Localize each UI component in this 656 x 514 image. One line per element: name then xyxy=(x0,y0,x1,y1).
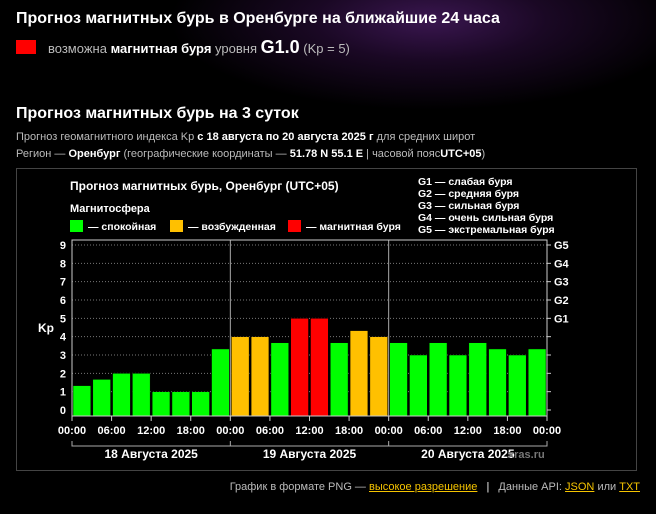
kp-bar xyxy=(429,342,448,417)
y-tick-label: 4 xyxy=(60,332,67,344)
kp-bar xyxy=(290,318,309,417)
legend-title: Магнитосфера xyxy=(70,203,151,215)
g-legend-item: G4 — очень сильная буря xyxy=(418,212,553,224)
x-tick-label: 06:00 xyxy=(414,425,442,437)
y-tick-label: 9 xyxy=(60,240,66,252)
kp-bar xyxy=(527,348,547,417)
y-tick-label: 0 xyxy=(60,405,66,417)
g-level-label: G5 xyxy=(554,240,569,252)
g-legend-item: G2 — средняя буря xyxy=(418,188,519,200)
legend-swatch xyxy=(70,220,83,232)
txt-link[interactable]: TXT xyxy=(619,481,640,493)
separator: | xyxy=(486,481,490,493)
kp-bar xyxy=(448,354,468,417)
g-legend-item: G5 — экстремальная буря xyxy=(418,224,555,236)
y-tick-label: 3 xyxy=(60,350,66,362)
kp-bar xyxy=(231,336,250,417)
kp-bar xyxy=(508,354,527,417)
footer: График в формате PNG — высокое разрешени… xyxy=(230,481,640,493)
kp-bar xyxy=(488,348,507,417)
x-tick-label: 18:00 xyxy=(493,425,521,437)
kp-bar xyxy=(171,391,190,417)
g-legend-item: G1 — слабая буря xyxy=(418,176,513,188)
legend-label: — возбужденная xyxy=(188,221,276,233)
g-level-label: G3 xyxy=(554,277,569,289)
x-tick-label: 06:00 xyxy=(256,425,284,437)
g-level-label: G4 xyxy=(554,258,570,270)
kp-bar xyxy=(211,348,230,417)
day-label: 20 Августа 2025 xyxy=(421,447,515,461)
kp-bar xyxy=(72,385,92,417)
high-resolution-link[interactable]: высокое разрешение xyxy=(369,481,477,493)
kp-bar xyxy=(468,342,487,417)
x-tick-label: 06:00 xyxy=(98,425,126,437)
x-tick-label: 12:00 xyxy=(137,425,165,437)
or-text: или xyxy=(597,481,617,493)
day-label: 19 Августа 2025 xyxy=(263,447,357,461)
y-tick-label: 1 xyxy=(60,387,66,399)
x-tick-label: 00:00 xyxy=(533,425,561,437)
api-text: Данные API: xyxy=(498,481,562,493)
kp-bar xyxy=(349,330,369,417)
g-legend-item: G3 — сильная буря xyxy=(418,200,519,212)
kp-bar xyxy=(270,342,289,417)
g-level-label: G2 xyxy=(554,295,569,307)
kp-forecast-chart: Прогноз магнитных бурь, Оренбург (UTC+05… xyxy=(16,168,637,471)
x-tick-label: 18:00 xyxy=(335,425,363,437)
x-tick-label: 00:00 xyxy=(58,425,86,437)
day-label: 18 Августа 2025 xyxy=(104,447,198,461)
kp-bar xyxy=(132,373,151,417)
legend-swatch xyxy=(170,220,183,232)
x-tick-label: 18:00 xyxy=(177,425,205,437)
kp-bar xyxy=(92,379,111,417)
y-tick-label: 5 xyxy=(60,313,66,325)
y-tick-label: 2 xyxy=(60,368,66,380)
kp-bar xyxy=(389,342,408,417)
y-tick-label: 8 xyxy=(60,258,66,270)
legend-label: — магнитная буря xyxy=(306,221,401,233)
chart-title: Прогноз магнитных бурь, Оренбург (UTC+05… xyxy=(70,179,339,193)
x-tick-label: 12:00 xyxy=(454,425,482,437)
kp-bar xyxy=(369,336,388,417)
kp-bar xyxy=(250,336,270,417)
kp-bar xyxy=(409,354,428,417)
json-link[interactable]: JSON xyxy=(565,481,594,493)
y-tick-label: 6 xyxy=(60,295,66,307)
x-tick-label: 00:00 xyxy=(216,425,244,437)
kp-bar xyxy=(330,342,349,417)
x-tick-label: 12:00 xyxy=(295,425,323,437)
kp-bar xyxy=(310,318,329,417)
y-tick-label: 7 xyxy=(60,277,66,289)
watermark: xras.ru xyxy=(508,449,545,461)
y-axis-label: Kp xyxy=(38,321,54,335)
kp-bar xyxy=(191,391,210,417)
kp-bar xyxy=(151,391,171,417)
legend-swatch xyxy=(288,220,301,232)
x-tick-label: 00:00 xyxy=(375,425,403,437)
kp-bar xyxy=(112,373,131,417)
g-level-label: G1 xyxy=(554,313,569,325)
legend-label: — спокойная xyxy=(88,221,156,233)
png-text: График в формате PNG — xyxy=(229,481,366,493)
